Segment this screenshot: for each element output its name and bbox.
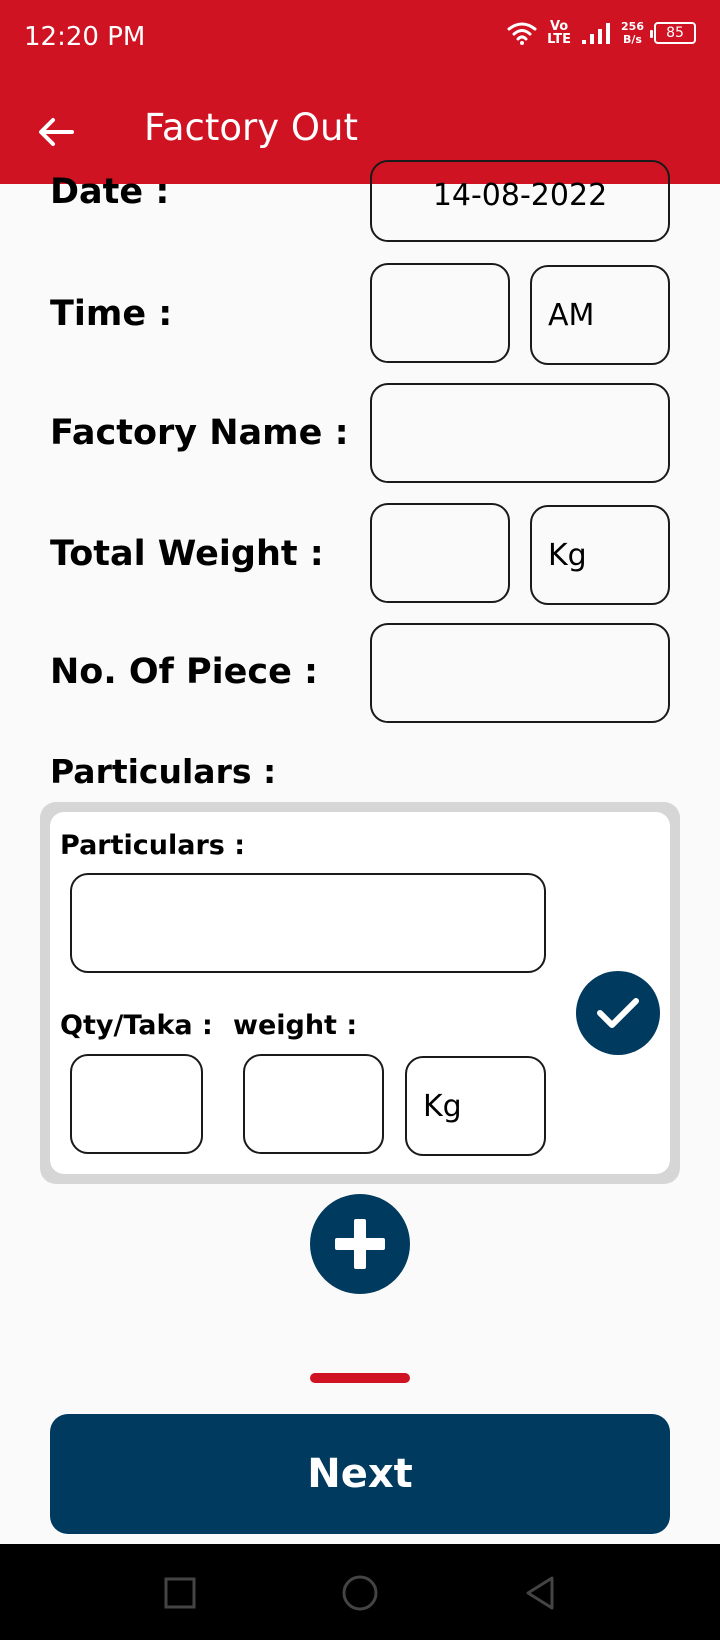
recents-square-icon [164, 1577, 196, 1609]
total-weight-unit-select[interactable]: Kg [530, 505, 670, 605]
volte-icon: Vo LTE [547, 19, 572, 47]
back-triangle-icon [526, 1576, 554, 1610]
particulars-heading: Particulars : [50, 752, 277, 791]
date-field[interactable]: 14-08-2022 [370, 160, 670, 242]
pieces-label: No. Of Piece : [50, 652, 319, 692]
back-button[interactable] [28, 104, 84, 160]
time-label: Time : [50, 294, 173, 334]
home-button[interactable] [335, 1568, 385, 1618]
signal-icon [582, 23, 611, 44]
card-particulars-input[interactable] [70, 873, 546, 973]
recents-button[interactable] [155, 1568, 205, 1618]
battery-icon: 85 [650, 22, 696, 44]
date-label: Date : [50, 172, 170, 212]
page-indicator [310, 1373, 410, 1383]
home-circle-icon [342, 1575, 378, 1611]
battery-level: 85 [666, 25, 684, 41]
total-weight-label: Total Weight : [50, 534, 324, 574]
time-period-value: AM [548, 297, 595, 333]
status-time: 12:20 PM [24, 22, 146, 52]
add-particular-button[interactable] [310, 1194, 410, 1294]
total-weight-input[interactable] [370, 503, 510, 603]
page-title: Factory Out [144, 106, 358, 149]
confirm-particular-button[interactable] [576, 971, 660, 1055]
wifi-icon [507, 22, 537, 45]
date-value: 14-08-2022 [432, 178, 608, 213]
card-particulars-label: Particulars : [60, 830, 246, 861]
time-input[interactable] [370, 263, 510, 363]
qty-input[interactable] [70, 1054, 203, 1154]
factory-name-input[interactable] [370, 383, 670, 483]
weight-unit-value: Kg [548, 537, 587, 573]
time-period-select[interactable]: AM [530, 265, 670, 365]
next-button-label: Next [307, 1451, 413, 1497]
card-weight-input[interactable] [243, 1054, 384, 1154]
status-bar: 12:20 PM Vo LTE 256 B/s 85 [0, 0, 720, 76]
plus-icon [335, 1219, 385, 1269]
factory-name-label: Factory Name : [50, 413, 349, 453]
pieces-input[interactable] [370, 623, 670, 723]
system-back-button[interactable] [515, 1568, 565, 1618]
network-speed: 256 B/s [621, 20, 644, 46]
card-weight-unit-value: Kg [423, 1088, 462, 1124]
card-weight-unit-select[interactable]: Kg [405, 1056, 546, 1156]
next-button[interactable]: Next [50, 1414, 670, 1534]
status-icons: Vo LTE 256 B/s 85 [507, 20, 696, 46]
system-nav-bar [0, 1544, 720, 1640]
qty-label: Qty/Taka : [60, 1010, 213, 1041]
arrow-left-icon [39, 118, 74, 146]
card-weight-label: weight : [233, 1010, 358, 1041]
check-icon [597, 998, 639, 1028]
